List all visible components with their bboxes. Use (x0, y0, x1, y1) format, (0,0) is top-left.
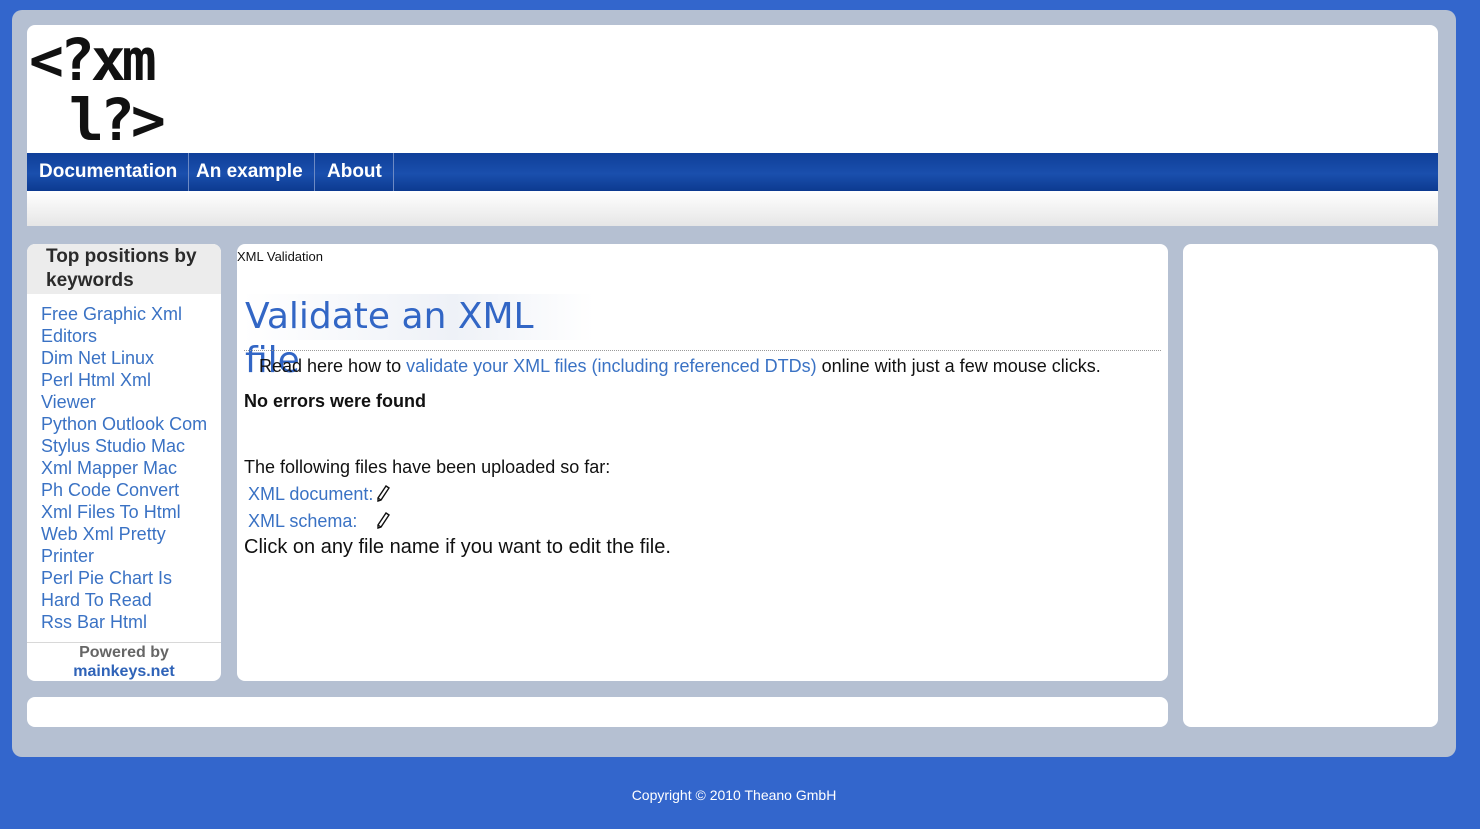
keyword-link[interactable]: Python Outlook Com (41, 413, 207, 435)
edit-hint: Click on any file name if you want to ed… (244, 536, 671, 558)
keyword-link[interactable]: Web Xml Pretty (41, 523, 166, 545)
site-logo[interactable]: <?xm l?> (29, 31, 197, 153)
sub-nav-bar (27, 191, 1438, 226)
keyword-link[interactable]: Hard To Read (41, 589, 152, 611)
title-divider (244, 350, 1161, 351)
nav-documentation[interactable]: Documentation (27, 153, 190, 191)
logo-line-1: <?xm (29, 26, 157, 94)
keyword-link[interactable]: Xml Mapper Mac (41, 457, 177, 479)
pencil-icon[interactable] (376, 485, 390, 503)
powered-by: Powered by mainkeys.net (27, 642, 221, 681)
keyword-link[interactable]: Rss Bar Html (41, 611, 147, 633)
nav-an-example[interactable]: An example (184, 153, 315, 191)
sidebar-heading-box: Top positions by keywords (27, 244, 221, 294)
bottom-panel (27, 697, 1168, 727)
intro-text: Read here how to validate your XML files… (259, 355, 1101, 377)
keyword-link[interactable]: Editors (41, 325, 97, 347)
keyword-link[interactable]: Dim Net Linux (41, 347, 154, 369)
main-content: XML Validation Validate an XML file Read… (237, 244, 1168, 681)
keyword-link[interactable]: Printer (41, 545, 94, 567)
page-title-box: Validate an XML file (243, 294, 594, 381)
powered-by-link[interactable]: mainkeys.net (27, 662, 221, 681)
keyword-link[interactable]: Perl Pie Chart Is (41, 567, 172, 589)
powered-by-label: Powered by (79, 644, 169, 661)
right-panel (1183, 244, 1438, 727)
xml-schema-link[interactable]: XML schema: (248, 511, 357, 532)
intro-after: online with just a few mouse clicks. (816, 356, 1101, 376)
xml-document-link[interactable]: XML document: (248, 484, 373, 505)
copyright: Copyright © 2010 Theano GmbH (631, 787, 837, 803)
validate-howto-link[interactable]: validate your XML files (including refer… (406, 356, 817, 376)
sidebar-heading: Top positions by keywords (46, 246, 197, 291)
keyword-link[interactable]: Xml Files To Html (41, 501, 181, 523)
keyword-link[interactable]: Perl Html Xml (41, 369, 151, 391)
intro-before: Read here how to (259, 356, 407, 376)
header: <?xm l?> Documentation An example About (27, 25, 1438, 226)
main-nav: Documentation An example About (27, 153, 1438, 191)
keyword-link[interactable]: Free Graphic Xml (41, 303, 182, 325)
logo-line-2: l?> (69, 86, 166, 154)
keyword-link[interactable]: Viewer (41, 391, 96, 413)
nav-about[interactable]: About (315, 153, 394, 191)
keyword-link[interactable]: Stylus Studio Mac (41, 435, 185, 457)
pencil-icon[interactable] (376, 512, 390, 530)
keyword-link[interactable]: Ph Code Convert (41, 479, 179, 501)
uploaded-files-heading: The following files have been uploaded s… (244, 457, 611, 477)
breadcrumb: XML Validation (237, 249, 323, 264)
validation-status: No errors were found (244, 391, 427, 411)
keywords-sidebar: Top positions by keywords Free Graphic X… (27, 244, 221, 681)
